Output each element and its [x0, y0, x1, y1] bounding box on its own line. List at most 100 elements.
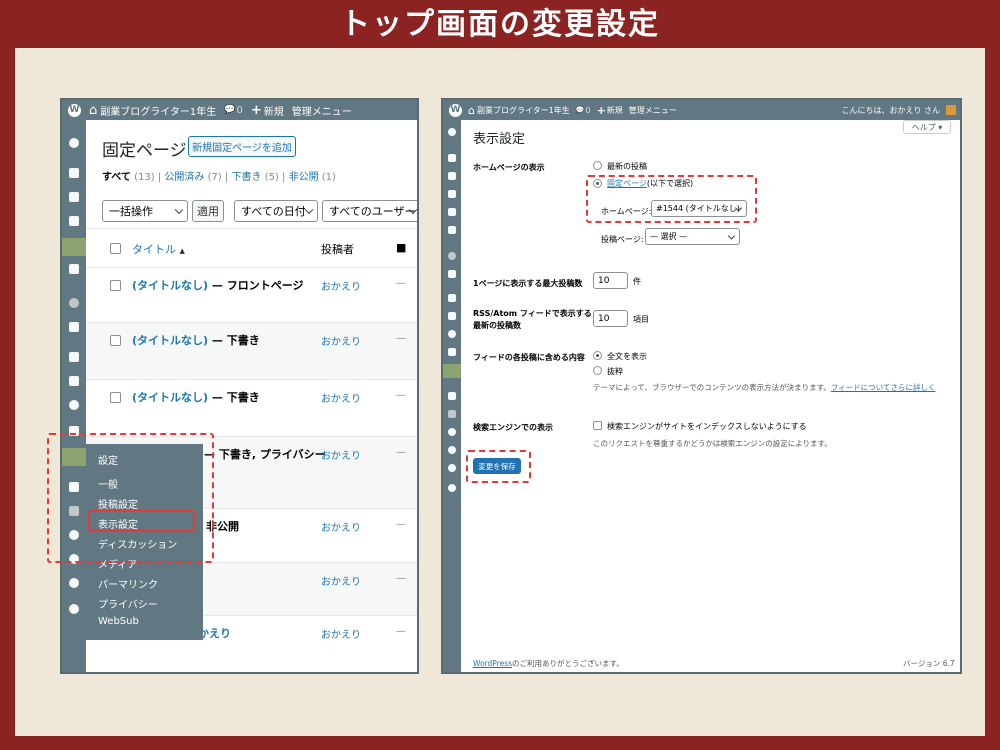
gear-icon[interactable]: [69, 578, 79, 588]
update-icon[interactable]: [448, 446, 456, 454]
radio-feed-full[interactable]: [593, 351, 602, 360]
media-icon[interactable]: [69, 192, 79, 202]
footer-text: WordPressのご利用ありがとうございます。: [473, 659, 624, 668]
bulk-action-select[interactable]: 一括操作: [102, 200, 188, 222]
pin-icon[interactable]: [69, 168, 79, 178]
wordpress-logo-icon[interactable]: W: [68, 103, 81, 117]
comment-icon[interactable]: 💬: [224, 105, 235, 115]
row-checkbox[interactable]: [110, 280, 121, 291]
new-icon[interactable]: +: [597, 104, 606, 117]
flyout-item-privacy[interactable]: プライバシー: [98, 596, 158, 611]
flyout-item-websub[interactable]: WebSub: [98, 616, 139, 627]
feed-more-link[interactable]: フィードについてさらに詳しく: [831, 383, 936, 392]
pin-icon[interactable]: [448, 154, 456, 162]
play-icon[interactable]: [448, 484, 456, 492]
select-all-checkbox[interactable]: [110, 243, 121, 254]
flyout-item-permalink[interactable]: パーマリンク: [98, 576, 158, 591]
row-author[interactable]: おかえり: [321, 278, 361, 293]
radio-latest-posts[interactable]: [593, 161, 602, 170]
comments-icon[interactable]: [69, 264, 79, 274]
comment-count: 0: [585, 105, 591, 115]
table-row: (タイトルなし) — 下書き おかえり —: [86, 323, 417, 380]
table-header: タイトル ▲ 投稿者 ■: [86, 228, 417, 268]
appearance-icon[interactable]: [448, 294, 456, 302]
row-title: (タイトルなし) — 下書き: [132, 391, 260, 404]
row-comments: —: [396, 519, 406, 530]
new-link[interactable]: 新規: [607, 105, 623, 116]
tools-icon[interactable]: [448, 348, 456, 356]
users-icon[interactable]: [448, 330, 456, 338]
home-icon[interactable]: ⌂: [89, 103, 97, 118]
rss-count-input[interactable]: 10: [593, 310, 628, 327]
filter-private[interactable]: 非公開: [289, 172, 319, 183]
dashboard-icon[interactable]: [69, 138, 79, 148]
search-engine-checkbox-label: 検索エンジンがサイトをインデックスしないようにする: [607, 422, 807, 431]
row-comments: —: [396, 447, 406, 458]
search-engine-checkbox[interactable]: [593, 421, 602, 430]
help-tab-button[interactable]: ヘルプ ▾: [903, 120, 951, 134]
admin-sidebar: [62, 120, 86, 672]
gear-icon[interactable]: [448, 428, 456, 436]
row-author[interactable]: おかえり: [321, 447, 361, 462]
circle-icon[interactable]: [448, 252, 456, 260]
admin-menu-link[interactable]: 管理メニュー: [629, 105, 677, 116]
pages-icon[interactable]: [62, 238, 86, 256]
gear-icon[interactable]: [448, 464, 456, 472]
title-column-header[interactable]: タイトル ▲: [132, 241, 185, 257]
comment-count: 0: [236, 104, 243, 116]
radio-feed-excerpt[interactable]: [593, 366, 602, 375]
row-author[interactable]: おかえり: [321, 333, 361, 348]
plugin-icon[interactable]: [448, 410, 456, 418]
row-author[interactable]: おかえり: [321, 573, 361, 588]
row-author[interactable]: おかえり: [321, 390, 361, 405]
comments-icon[interactable]: [448, 226, 456, 234]
media-icon[interactable]: [448, 172, 456, 180]
row-author[interactable]: おかえり: [321, 519, 361, 534]
mail-icon[interactable]: [448, 270, 456, 278]
left-screenshot: W ⌂ 副業ブログライター1年生 💬 0 + 新規 管理メニュー 固定ページ 新…: [60, 98, 419, 674]
appearance-icon[interactable]: [69, 352, 79, 362]
avatar[interactable]: [946, 105, 956, 115]
filter-all[interactable]: すべて: [102, 172, 131, 183]
wordpress-footer-link[interactable]: WordPress: [473, 659, 512, 668]
search-engine-note: このリクエストを尊重するかどうかは検索エンジンの設定によります。: [593, 439, 832, 448]
plugins-icon[interactable]: [69, 376, 79, 386]
admin-sidebar: [443, 120, 461, 672]
add-page-button[interactable]: 新規固定ページを追加: [188, 136, 296, 157]
home-icon[interactable]: ⌂: [468, 104, 475, 117]
row-comments: —: [396, 390, 406, 401]
row-comments: —: [396, 333, 406, 344]
link-icon[interactable]: [69, 216, 79, 226]
users-icon[interactable]: [69, 400, 79, 410]
plugins-icon[interactable]: [448, 312, 456, 320]
new-icon[interactable]: +: [251, 103, 262, 118]
link-icon[interactable]: [448, 190, 456, 198]
dashboard-icon[interactable]: [448, 128, 456, 136]
row-checkbox[interactable]: [110, 392, 121, 403]
pages-icon[interactable]: [448, 208, 456, 216]
row-checkbox[interactable]: [110, 335, 121, 346]
comment-icon[interactable]: 💬: [576, 106, 585, 114]
user-filter-select[interactable]: すべてのユーザー: [322, 200, 417, 222]
radio-feed-full-label: 全文を表示: [607, 352, 647, 361]
circle-icon[interactable]: [69, 298, 79, 308]
admin-menu-link[interactable]: 管理メニュー: [292, 103, 352, 118]
mail-icon[interactable]: [69, 322, 79, 332]
date-filter-select[interactable]: すべての日付: [234, 200, 318, 222]
check-icon[interactable]: [448, 392, 456, 400]
apply-button[interactable]: 適用: [192, 200, 224, 222]
posts-per-page-input[interactable]: 10: [593, 272, 628, 289]
filter-draft[interactable]: 下書き: [231, 172, 261, 183]
row-author[interactable]: おかえり: [321, 626, 361, 641]
wordpress-logo-icon[interactable]: W: [449, 103, 462, 117]
filter-published[interactable]: 公開済み: [164, 172, 204, 183]
content-panel: W ⌂ 副業ブログライター1年生 💬 0 + 新規 管理メニュー 固定ページ 新…: [15, 48, 985, 736]
new-link[interactable]: 新規: [264, 103, 284, 118]
site-name-link[interactable]: 副業ブログライター1年生: [477, 105, 570, 116]
table-row: (タイトルなし) — フロントページ おかえり —: [86, 268, 417, 323]
settings-icon[interactable]: [443, 364, 461, 378]
play-icon[interactable]: [69, 604, 79, 614]
site-name-link[interactable]: 副業ブログライター1年生: [100, 103, 216, 118]
greeting[interactable]: こんにちは、おかえり さん: [841, 105, 940, 116]
posts-page-select[interactable]: — 選択 —: [645, 228, 740, 245]
